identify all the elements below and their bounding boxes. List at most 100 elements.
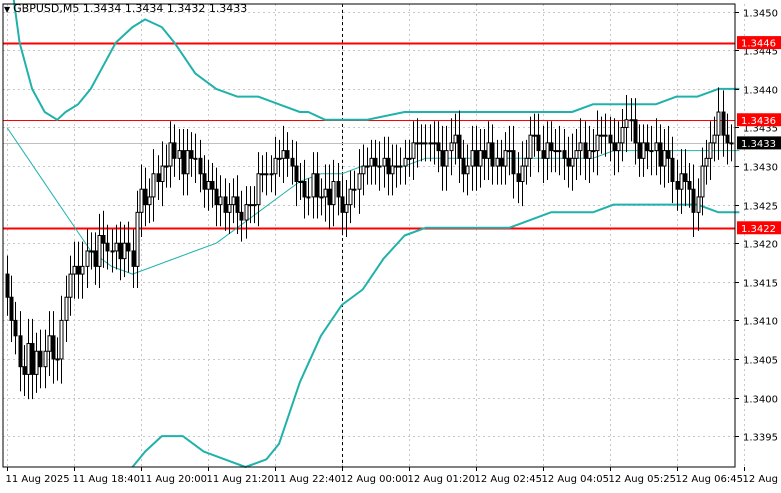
candle-body: [680, 174, 683, 189]
candle-body: [533, 135, 536, 136]
candle-body: [312, 174, 315, 197]
candle-body: [609, 135, 612, 143]
candle-body: [136, 212, 139, 266]
candle-body: [94, 251, 97, 266]
chart-canvas[interactable]: 1.34501.34451.34401.34351.34301.34251.34…: [0, 0, 781, 489]
candle-body: [508, 151, 511, 152]
x-tick-label: 12 Aug 01:20: [408, 474, 475, 485]
candle-body: [441, 151, 444, 166]
candle-body: [349, 189, 352, 204]
candle-body: [316, 174, 319, 197]
candle-body: [537, 135, 540, 150]
x-tick-label: 12 Aug 02:45: [475, 474, 542, 485]
candle-body: [600, 135, 603, 136]
candle-body: [86, 251, 89, 266]
candle-body: [98, 236, 101, 267]
candle-body: [487, 143, 490, 158]
candle-body: [161, 166, 164, 181]
candle-body: [621, 127, 624, 142]
candle-body: [688, 181, 691, 189]
candle-body: [240, 212, 243, 220]
candle-body: [353, 189, 356, 190]
candle-body: [663, 151, 666, 166]
candle-body: [496, 158, 499, 166]
candle-body: [579, 143, 582, 151]
candle-body: [257, 174, 260, 205]
candle-body: [157, 174, 160, 182]
candle-body: [211, 181, 214, 189]
candle-body: [408, 158, 411, 159]
candle-body: [48, 336, 51, 351]
candle-body: [119, 243, 122, 258]
candle-body: [249, 205, 252, 206]
chart-title[interactable]: ▼GBPUSD,M5 1.3434 1.3434 1.3432 1.3433: [4, 2, 247, 15]
x-tick-label: 11 Aug 20:00: [140, 474, 207, 485]
candle-body: [659, 143, 662, 166]
candle-body: [450, 143, 453, 151]
candle-body: [625, 120, 628, 128]
candle-body: [19, 336, 22, 367]
candle-body: [395, 166, 398, 167]
candle-body: [190, 151, 193, 159]
current-price-badge: 1.3433: [741, 139, 776, 150]
candle-body: [73, 266, 76, 274]
candle-body: [358, 174, 361, 189]
candle-body: [144, 189, 147, 204]
candle-body: [684, 174, 687, 182]
level-badge: 1.3446: [741, 39, 776, 50]
candle-body: [575, 151, 578, 159]
candle-body: [320, 197, 323, 198]
candle-body: [224, 197, 227, 212]
candle-body: [374, 158, 377, 166]
y-tick-label: 1.3430: [743, 163, 778, 174]
candle-body: [491, 143, 494, 166]
x-tick-label: 11 Aug 22:40: [274, 474, 341, 485]
candle-body: [6, 274, 9, 297]
candle-body: [303, 181, 306, 196]
level-badge: 1.3436: [741, 116, 776, 127]
triangle-down-icon[interactable]: ▼: [4, 5, 10, 14]
candle-body: [65, 297, 68, 320]
candle-body: [546, 143, 549, 158]
x-tick-label: 12 Aug 00:00: [341, 474, 408, 485]
candle-body: [324, 189, 327, 197]
candle-body: [52, 336, 55, 359]
candle-body: [215, 189, 218, 204]
candle-body: [642, 143, 645, 158]
candle-body: [542, 151, 545, 159]
candle-body: [278, 158, 281, 159]
candle-body: [466, 166, 469, 174]
candle-body: [199, 158, 202, 173]
candle-body: [165, 166, 168, 167]
candle-body: [709, 143, 712, 158]
candle-body: [529, 135, 532, 158]
candle-body: [270, 174, 273, 175]
candle-body: [14, 320, 17, 335]
candle-body: [433, 143, 436, 144]
price-chart[interactable]: 1.34501.34451.34401.34351.34301.34251.34…: [0, 0, 781, 489]
candle-body: [554, 151, 557, 152]
candle-body: [697, 197, 700, 212]
candle-body: [186, 151, 189, 174]
candle-body: [378, 166, 381, 167]
x-tick-label: 12 Aug 05:25: [609, 474, 676, 485]
y-tick-label: 1.3440: [743, 86, 778, 97]
x-tick-label: 12 Aug 04:05: [542, 474, 609, 485]
candle-body: [274, 158, 277, 173]
candle-body: [667, 151, 670, 159]
y-tick-label: 1.3395: [743, 433, 778, 444]
candle-body: [500, 158, 503, 166]
x-tick-label: 12 Aug 06:45: [676, 474, 743, 485]
candle-body: [517, 174, 520, 182]
candle-body: [362, 166, 365, 174]
candle-body: [462, 158, 465, 173]
candle-body: [726, 135, 729, 143]
candle-body: [383, 158, 386, 166]
candle-body: [232, 197, 235, 205]
y-tick-label: 1.3425: [743, 202, 778, 213]
candle-body: [475, 151, 478, 166]
candle-body: [23, 367, 26, 375]
candle-body: [295, 166, 298, 181]
candle-body: [571, 158, 574, 166]
candle-body: [56, 359, 59, 360]
